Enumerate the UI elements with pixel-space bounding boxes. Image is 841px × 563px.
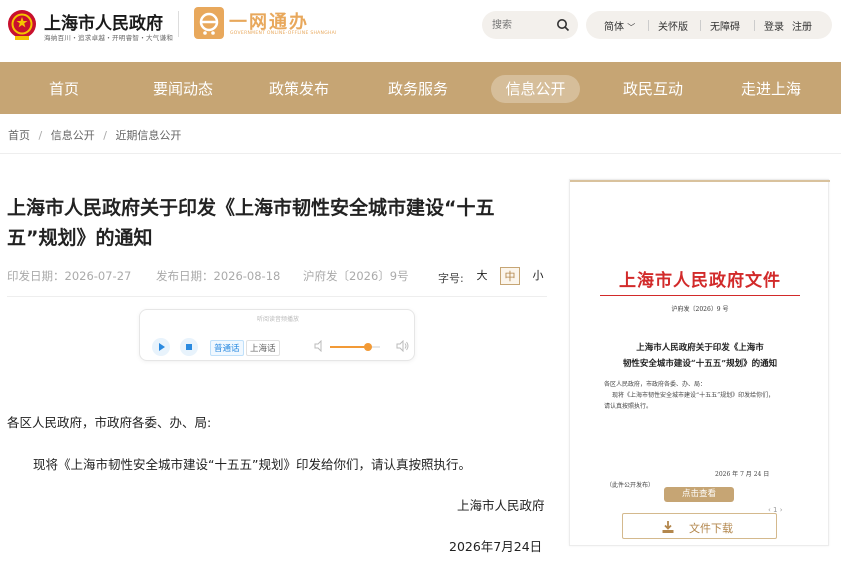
article-title-line: 上海市人民政府关于印发《上海市韧性安全城市建设“十五 xyxy=(7,197,495,219)
breadcrumb-home[interactable]: 首页 xyxy=(8,129,30,142)
site-motto: 海纳百川・追求卓越・开明睿智・大气谦和 xyxy=(44,34,174,42)
print-date: 印发日期：2026-07-27 xyxy=(7,269,132,283)
volume-high-icon[interactable] xyxy=(396,340,409,352)
volume-low-icon[interactable] xyxy=(314,340,324,352)
font-size-large-button[interactable]: 大 xyxy=(472,267,492,285)
document-number: 沪府发〔2026〕9号 xyxy=(303,269,409,283)
breadcrumb-recent[interactable]: 近期信息公开 xyxy=(115,129,181,142)
nav-item-home[interactable]: 首页 xyxy=(34,75,94,103)
publish-date: 发布日期：2026-08-18 xyxy=(156,269,281,283)
nav-item-about-shanghai[interactable]: 走进上海 xyxy=(731,75,811,103)
stop-icon xyxy=(186,344,192,350)
document-body-line: 请认真按照执行。 xyxy=(604,403,653,410)
breadcrumb-separator: / xyxy=(38,129,43,142)
stop-button[interactable] xyxy=(180,338,198,356)
sign-date: 2026年7月24日 xyxy=(449,539,543,554)
accessibility-link[interactable]: 无障碍 xyxy=(710,18,740,33)
nav-item-info-disclosure[interactable]: 信息公开 xyxy=(491,75,580,103)
nav-item-services[interactable]: 政务服务 xyxy=(378,75,458,103)
search-box[interactable] xyxy=(482,11,578,39)
article-title-line: 五”规划》的通知 xyxy=(7,227,153,249)
util-divider xyxy=(648,20,649,31)
document-number-preview: 沪府发〔2026〕9 号 xyxy=(671,306,729,313)
language-select[interactable]: 简体 ﹀ xyxy=(604,18,635,33)
meta-divider xyxy=(7,296,547,297)
chevron-down-icon: ﹀ xyxy=(627,23,636,32)
volume-knob[interactable] xyxy=(363,343,372,351)
util-divider xyxy=(754,20,755,31)
shanghainese-option[interactable]: 上海话 xyxy=(246,340,280,356)
view-document-button[interactable]: 点击查看 xyxy=(664,487,734,502)
search-icon[interactable] xyxy=(556,18,570,32)
document-preview-panel: 上海市人民政府文件 沪府发〔2026〕9 号 上海市人民政府关于印发《上海市 韧… xyxy=(569,179,830,546)
body-paragraph: 现将《上海市韧性安全城市建设“十五五”规划》印发给你们，请认真按照执行。 xyxy=(33,457,471,472)
font-size-small-button[interactable]: 小 xyxy=(528,267,548,285)
document-subject-line: 上海市人民政府关于印发《上海市 xyxy=(636,343,764,353)
util-divider xyxy=(700,20,701,31)
site-title[interactable]: 上海市人民政府 xyxy=(44,9,163,34)
download-icon xyxy=(662,521,674,533)
file-download-button[interactable]: 文件下载 xyxy=(622,513,777,539)
login-link[interactable]: 登录 xyxy=(764,18,784,33)
volume-fill xyxy=(330,346,368,348)
mandarin-option[interactable]: 普通话 xyxy=(210,340,244,356)
site-header: 上海市人民政府 海纳百川・追求卓越・开明睿智・大气谦和 一网通办 GOVERNM… xyxy=(0,0,841,62)
search-input[interactable] xyxy=(492,16,552,34)
document-body-line: 各区人民政府，市政府各委、办、局： xyxy=(604,381,707,388)
audio-player: 听阅读音频播放 普通话 上海话 xyxy=(139,309,415,361)
font-size-label: 字号: xyxy=(438,272,464,285)
document-body-line: 现将《上海市韧性安全城市建设“十五五”规划》印发给你们， xyxy=(612,392,775,399)
document-header: 上海市人民政府文件 xyxy=(619,271,781,291)
main-nav: 首页 要闻动态 政策发布 政务服务 信息公开 政民互动 走进上海 xyxy=(0,62,841,114)
play-icon xyxy=(159,343,165,351)
utility-bar: 简体 ﹀ 关怀版 无障碍 登录 注册 xyxy=(586,11,832,39)
volume-slider[interactable] xyxy=(330,343,380,351)
nav-item-policy[interactable]: 政策发布 xyxy=(259,75,339,103)
document-red-line xyxy=(600,295,800,296)
breadcrumb-separator: / xyxy=(103,129,107,142)
article-title: 上海市人民政府关于印发《上海市韧性安全城市建设“十五 五”规划》的通知 xyxy=(7,193,547,253)
document-date: 2026 年 7 月 24 日 xyxy=(715,471,770,478)
header-divider xyxy=(178,11,179,37)
yiwangtongban-logo-icon[interactable] xyxy=(194,7,224,39)
salutation: 各区人民政府，市政府各委、办、局: xyxy=(7,415,212,430)
breadcrumb-divider xyxy=(0,153,841,154)
yiwangtongban-subtitle: GOVERNMENT ONLINE-OFFLINE SHANGHAI xyxy=(230,31,337,36)
nav-item-interaction[interactable]: 政民互动 xyxy=(613,75,693,103)
care-mode-link[interactable]: 关怀版 xyxy=(658,18,688,33)
national-emblem-icon xyxy=(8,10,36,40)
panel-top-border xyxy=(570,180,830,182)
register-link[interactable]: 注册 xyxy=(792,18,812,33)
play-button[interactable] xyxy=(152,338,170,356)
document-subject-line: 韧性安全城市建设“十五五”规划》的通知 xyxy=(622,359,778,369)
document-note: （此件公开发布） xyxy=(606,482,655,489)
signer: 上海市人民政府 xyxy=(457,498,545,513)
font-size-medium-button[interactable]: 中 xyxy=(500,267,520,285)
breadcrumb: 首页 / 信息公开 / 近期信息公开 xyxy=(8,127,186,143)
nav-item-news[interactable]: 要闻动态 xyxy=(143,75,223,103)
breadcrumb-info-disclosure[interactable]: 信息公开 xyxy=(51,129,95,142)
download-label: 文件下载 xyxy=(689,522,733,535)
player-hint: 听阅读音频播放 xyxy=(256,316,299,323)
